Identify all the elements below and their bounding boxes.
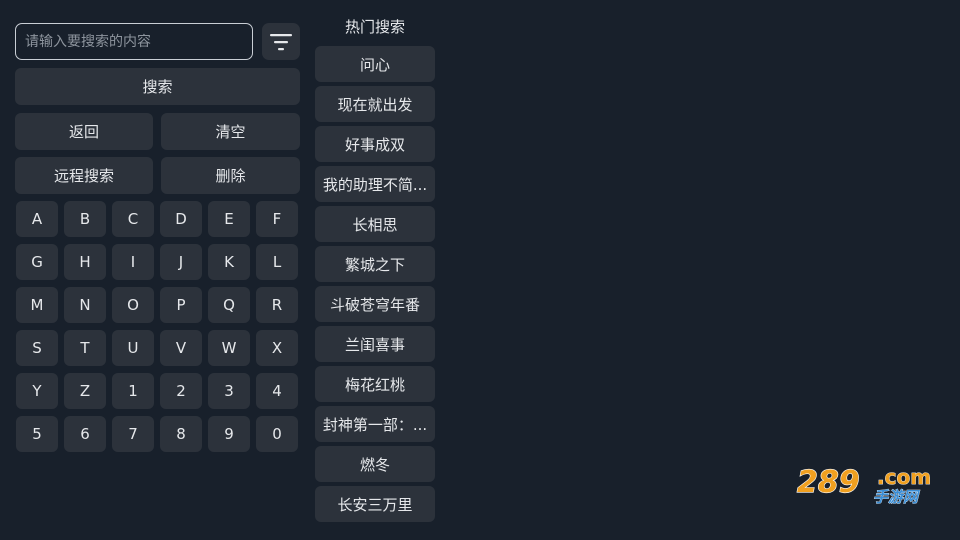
key-5[interactable]: 5 [16, 416, 58, 452]
key-l[interactable]: L [256, 244, 298, 280]
key-d[interactable]: D [160, 201, 202, 237]
key-6[interactable]: 6 [64, 416, 106, 452]
hot-search-item[interactable]: 繁城之下 [315, 246, 435, 282]
watermark-number: 289 [797, 465, 860, 500]
key-2[interactable]: 2 [160, 373, 202, 409]
hot-search-item[interactable]: 问心 [315, 46, 435, 82]
hot-search-item[interactable]: 燃冬 [315, 446, 435, 482]
key-w[interactable]: W [208, 330, 250, 366]
hot-search-item[interactable]: 兰闺喜事 [315, 326, 435, 362]
key-o[interactable]: O [112, 287, 154, 323]
key-g[interactable]: G [16, 244, 58, 280]
key-c[interactable]: C [112, 201, 154, 237]
key-1[interactable]: 1 [112, 373, 154, 409]
key-t[interactable]: T [64, 330, 106, 366]
key-x[interactable]: X [256, 330, 298, 366]
keyboard-grid: A B C D E F G H I J K L M N O P Q R S T … [16, 201, 300, 452]
key-b[interactable]: B [64, 201, 106, 237]
search-input[interactable] [15, 23, 253, 60]
key-j[interactable]: J [160, 244, 202, 280]
hot-search-item[interactable]: 斗破苍穹年番 [315, 286, 435, 322]
key-m[interactable]: M [16, 287, 58, 323]
key-k[interactable]: K [208, 244, 250, 280]
key-a[interactable]: A [16, 201, 58, 237]
key-v[interactable]: V [160, 330, 202, 366]
search-button[interactable]: 搜索 [15, 68, 300, 105]
key-4[interactable]: 4 [256, 373, 298, 409]
hot-search-item[interactable]: 我的助理不简... [315, 166, 435, 202]
filter-button[interactable] [262, 23, 300, 60]
key-f[interactable]: F [256, 201, 298, 237]
watermark-domain: .com [877, 465, 931, 489]
key-r[interactable]: R [256, 287, 298, 323]
key-h[interactable]: H [64, 244, 106, 280]
hot-search-title: 热门搜索 [344, 18, 405, 36]
key-p[interactable]: P [160, 287, 202, 323]
key-u[interactable]: U [112, 330, 154, 366]
remote-search-button[interactable]: 远程搜索 [15, 157, 153, 194]
hot-search-list: 问心 现在就出发 好事成双 我的助理不简... 长相思 繁城之下 斗破苍穹年番 … [315, 46, 435, 526]
hot-search-item[interactable]: 梅花红桃 [315, 366, 435, 402]
hot-search-item[interactable]: 长安三万里 [315, 486, 435, 522]
clear-button[interactable]: 清空 [161, 113, 300, 150]
key-z[interactable]: Z [64, 373, 106, 409]
key-e[interactable]: E [208, 201, 250, 237]
back-button[interactable]: 返回 [15, 113, 153, 150]
key-q[interactable]: Q [208, 287, 250, 323]
key-0[interactable]: 0 [256, 416, 298, 452]
key-9[interactable]: 9 [208, 416, 250, 452]
filter-icon [270, 33, 292, 50]
key-s[interactable]: S [16, 330, 58, 366]
hot-search-item[interactable]: 封神第一部：... [315, 406, 435, 442]
delete-button[interactable]: 删除 [161, 157, 300, 194]
watermark-logo: 289 .com 手游网 [796, 464, 931, 504]
hot-search-item[interactable]: 现在就出发 [315, 86, 435, 122]
watermark-cn: 手游网 [873, 488, 921, 504]
hot-search-item[interactable]: 长相思 [315, 206, 435, 242]
key-8[interactable]: 8 [160, 416, 202, 452]
key-7[interactable]: 7 [112, 416, 154, 452]
key-3[interactable]: 3 [208, 373, 250, 409]
key-i[interactable]: I [112, 244, 154, 280]
key-y[interactable]: Y [16, 373, 58, 409]
hot-search-item[interactable]: 好事成双 [315, 126, 435, 162]
key-n[interactable]: N [64, 287, 106, 323]
